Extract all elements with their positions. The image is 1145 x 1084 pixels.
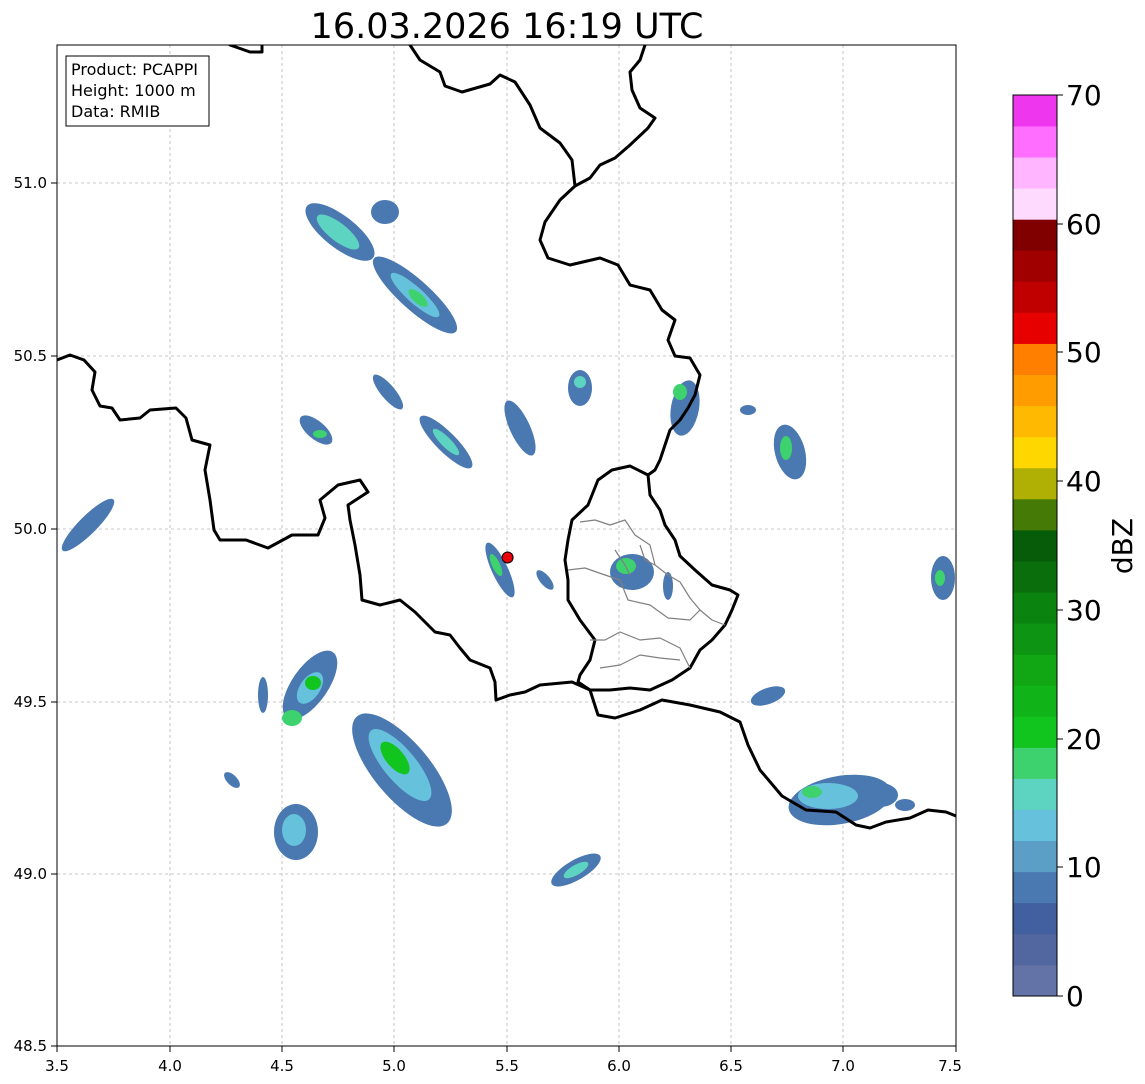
colorbar-segment [1013, 840, 1057, 873]
colorbar-segment [1013, 250, 1057, 282]
colorbar-segment [1013, 964, 1057, 997]
colorbar-segment [1013, 561, 1057, 593]
echo-cell [802, 786, 822, 798]
colorbar-segment [1013, 529, 1057, 562]
colorbar-segment [1013, 126, 1057, 158]
colorbar-segment [1013, 374, 1057, 407]
echo-cell [895, 799, 915, 811]
colorbar: 0 10 20 30 40 50 60 70 dBZ [1012, 79, 1139, 1013]
y-tick-label: 50.5 [14, 347, 47, 365]
y-tick-label: 49.5 [14, 693, 47, 711]
echo-cell [574, 376, 586, 388]
colorbar-segment [1013, 747, 1057, 779]
map-area: Product: PCAPPI Height: 1000 m Data: RMI… [56, 44, 957, 1047]
colorbar-tick-label: 0 [1066, 980, 1084, 1013]
echo-cell [371, 200, 399, 224]
x-axis: 3.5 4.0 4.5 5.0 5.5 6.0 6.5 7.0 7.5 [45, 1046, 962, 1075]
x-tick-label: 7.0 [831, 1057, 855, 1075]
x-tick-label: 3.5 [45, 1057, 69, 1075]
colorbar-tick-label: 10 [1066, 851, 1102, 884]
y-tick-label: 51.0 [14, 174, 47, 192]
x-tick-label: 5.0 [382, 1057, 406, 1075]
y-tick-label: 48.5 [14, 1037, 47, 1055]
colorbar-segment [1013, 654, 1057, 686]
colorbar-segment [1013, 436, 1057, 469]
colorbar-segment [1013, 312, 1057, 344]
colorbar-segments [1013, 95, 1057, 997]
echo-cell [935, 570, 945, 586]
info-height: Height: 1000 m [71, 81, 196, 100]
colorbar-ticks: 0 10 20 30 40 50 60 70 [1057, 79, 1102, 1013]
colorbar-tick-label: 30 [1066, 594, 1102, 627]
colorbar-segment [1013, 219, 1057, 251]
y-tick-label: 49.0 [14, 865, 47, 883]
colorbar-segment [1013, 716, 1057, 748]
echo-cell [862, 783, 898, 807]
echo-cell [258, 677, 268, 713]
radar-map-figure: 16.03.2026 16:19 UTC Product: PCAPPI Hei… [14, 7, 1139, 1075]
colorbar-segment [1013, 902, 1057, 935]
map-title: 16.03.2026 16:19 UTC [311, 7, 704, 47]
colorbar-segment [1013, 343, 1057, 376]
echo-cell [663, 572, 673, 600]
x-tick-label: 6.5 [719, 1057, 743, 1075]
colorbar-tick-label: 20 [1066, 723, 1102, 756]
info-box: Product: PCAPPI Height: 1000 m Data: RMI… [65, 55, 210, 127]
colorbar-label: dBZ [1106, 518, 1139, 574]
colorbar-segment [1013, 871, 1057, 904]
colorbar-segment [1013, 592, 1057, 624]
colorbar-segment [1013, 623, 1057, 655]
echo-cell [740, 405, 756, 415]
colorbar-segment [1013, 157, 1057, 189]
map-frame [57, 45, 956, 1046]
x-tick-label: 4.5 [270, 1057, 294, 1075]
colorbar-segment [1013, 685, 1057, 717]
echo-cell [673, 384, 687, 400]
x-tick-label: 4.0 [158, 1057, 182, 1075]
y-axis: 48.5 49.0 49.5 50.0 50.5 51.0 [14, 174, 57, 1055]
colorbar-segment [1013, 498, 1057, 531]
colorbar-segment [1013, 188, 1057, 220]
colorbar-tick-label: 60 [1066, 208, 1102, 241]
colorbar-tick-label: 40 [1066, 465, 1102, 498]
echo-cell [282, 814, 306, 846]
x-tick-label: 5.5 [495, 1057, 519, 1075]
colorbar-tick-label: 70 [1066, 79, 1102, 112]
echo-cell [282, 710, 302, 726]
info-product: Product: PCAPPI [71, 60, 198, 79]
colorbar-segment [1013, 778, 1057, 810]
echo-cell [313, 430, 327, 438]
colorbar-segment [1013, 95, 1057, 127]
radar-site-marker [501, 551, 514, 564]
x-tick-label: 7.5 [938, 1057, 962, 1075]
echo-cell [305, 676, 321, 690]
colorbar-segment [1013, 933, 1057, 966]
info-data: Data: RMIB [71, 102, 160, 121]
x-tick-label: 6.0 [607, 1057, 631, 1075]
echo-cell [780, 436, 792, 460]
colorbar-tick-label: 50 [1066, 336, 1102, 369]
colorbar-segment [1013, 809, 1057, 842]
colorbar-segment [1013, 405, 1057, 438]
colorbar-segment [1013, 467, 1057, 500]
y-tick-label: 50.0 [14, 520, 47, 538]
colorbar-segment [1013, 281, 1057, 313]
